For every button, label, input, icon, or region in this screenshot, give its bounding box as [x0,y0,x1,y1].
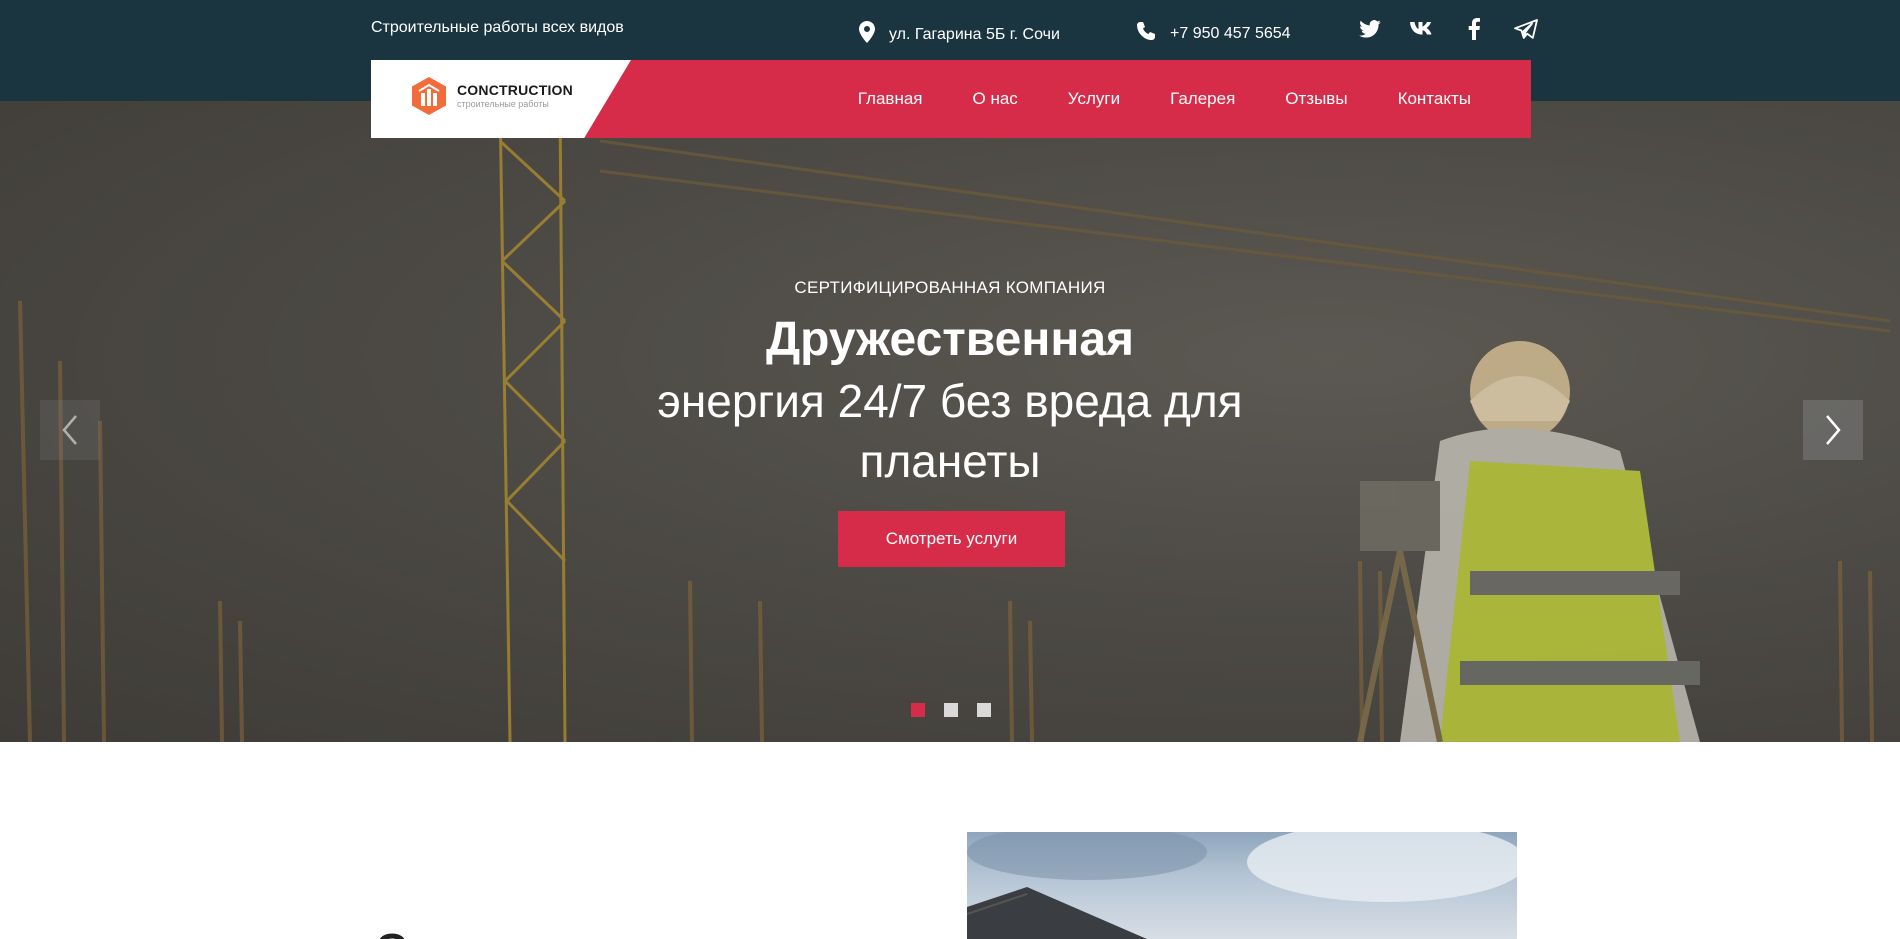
nav-item-home[interactable]: Главная [858,89,923,109]
vk-icon[interactable] [1409,16,1435,42]
hero-subtitle: энергия 24/7 без вреда для планеты [657,375,1243,487]
main-navbar: CONCTRUCTION строительные работы Главная… [371,60,1531,138]
nav-menu: Главная О нас Услуги Галерея Отзывы Конт… [858,60,1471,138]
topbar-address: ул. Гагарина 5Б г. Сочи [859,21,1060,48]
logo-subtitle: строительные работы [457,99,549,109]
hero-eyebrow: СЕРТИФИЦИРОВАННАЯ КОМПАНИЯ [794,278,1106,297]
slider-dot-2[interactable] [944,703,958,717]
slider-prev-button[interactable] [40,400,100,460]
phone-icon [1136,21,1156,46]
social-links [1357,16,1539,42]
chevron-right-icon [1826,415,1841,445]
location-pin-icon [859,21,875,48]
twitter-icon[interactable] [1357,16,1383,42]
logo-building-icon [412,77,446,115]
phone-text: +7 950 457 5654 [1170,24,1291,42]
logo-name: CONCTRUCTION [457,82,573,98]
about-heading: О компании [375,925,633,939]
facebook-icon[interactable] [1461,16,1487,42]
slider-pagination [911,703,991,717]
topbar-phone[interactable]: +7 950 457 5654 [1136,21,1291,46]
view-services-button[interactable]: Смотреть услуги [838,511,1065,567]
telegram-icon[interactable] [1513,16,1539,42]
slider-dot-1[interactable] [911,703,925,717]
chevron-left-icon [62,415,77,445]
nav-item-contacts[interactable]: Контакты [1398,89,1471,109]
logo[interactable]: CONCTRUCTION строительные работы [371,60,631,138]
nav-item-services[interactable]: Услуги [1068,89,1120,109]
slider-next-button[interactable] [1803,400,1863,460]
about-photo [967,832,1517,939]
hero-title: Дружественная [765,313,1135,366]
address-text: ул. Гагарина 5Б г. Сочи [889,25,1060,43]
nav-item-reviews[interactable]: Отзывы [1285,89,1347,109]
nav-item-about[interactable]: О нас [973,89,1018,109]
topbar-tagline: Строительные работы всех видов [371,19,624,36]
slider-dot-3[interactable] [977,703,991,717]
hero-slider: СЕРТИФИЦИРОВАННАЯ КОМПАНИЯ Дружественная… [0,101,1900,742]
nav-item-gallery[interactable]: Галерея [1170,89,1235,109]
